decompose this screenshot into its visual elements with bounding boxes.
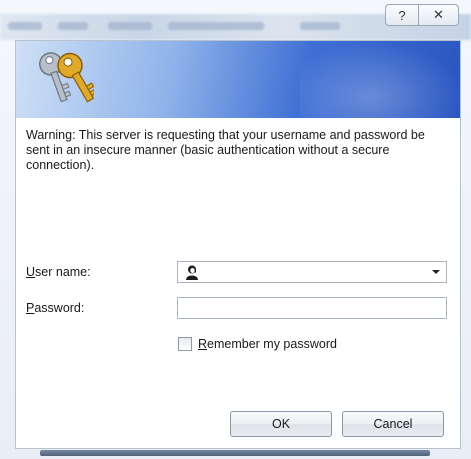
cancel-button[interactable]: Cancel (342, 411, 444, 437)
remember-password-label: Remember my password (198, 337, 337, 351)
security-warning-text: Warning: This server is requesting that … (26, 128, 425, 172)
dialog-banner (16, 41, 460, 118)
login-dialog: Warning: This server is requesting that … (15, 40, 461, 449)
help-icon: ? (398, 7, 406, 23)
help-button[interactable]: ? (385, 4, 419, 26)
dropdown-arrow-icon[interactable] (432, 270, 440, 274)
remember-password-option[interactable]: Remember my password (178, 337, 337, 351)
background-taskbar-strip (40, 450, 430, 456)
caption-buttons: ? ✕ (385, 4, 459, 26)
user-icon (186, 265, 198, 280)
remember-password-checkbox[interactable] (178, 337, 192, 351)
ok-button[interactable]: OK (230, 411, 332, 437)
username-combobox[interactable] (177, 261, 447, 283)
password-label: Password: (26, 301, 85, 315)
close-icon: ✕ (433, 7, 444, 22)
username-label: User name: (26, 265, 91, 279)
close-button[interactable]: ✕ (419, 4, 459, 26)
keys-icon (39, 52, 94, 103)
password-field[interactable] (177, 297, 447, 319)
